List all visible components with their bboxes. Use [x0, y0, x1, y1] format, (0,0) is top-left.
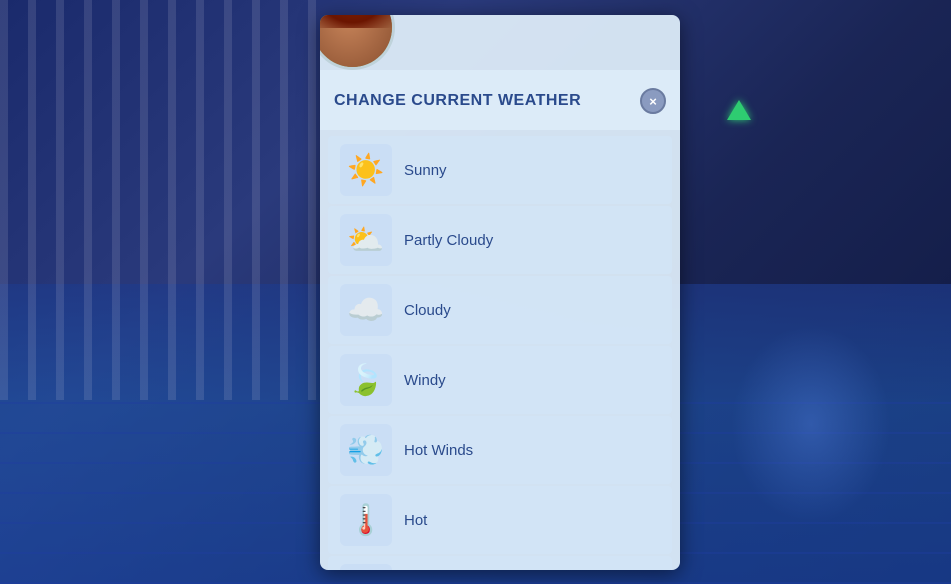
weather-icon-hot-winds: 💨: [340, 424, 392, 476]
weather-icon-heatwave: 🔥: [340, 564, 392, 570]
weather-label-hot: Hot: [404, 512, 427, 529]
weather-label-sunny: Sunny: [404, 162, 447, 179]
weather-item-heatwave[interactable]: 🔥Heatwave: [328, 556, 672, 570]
weather-item-cloudy[interactable]: ☁️ Cloudy: [328, 276, 672, 344]
fence-decoration: [0, 0, 320, 400]
weather-item-hot[interactable]: 🌡️ Hot: [328, 486, 672, 554]
modal-header: Change Current Weather ×: [320, 70, 680, 130]
modal-title: Change Current Weather: [334, 92, 640, 110]
weather-icon-hot: 🌡️: [340, 494, 392, 546]
avatar-face: [320, 15, 392, 67]
weather-label-windy: Windy: [404, 372, 446, 389]
weather-modal: Change Current Weather × ☀️ Sunny ⛅ Partly …: [320, 15, 680, 570]
avatar: [320, 15, 395, 70]
weather-item-windy[interactable]: 🍃 Windy: [328, 346, 672, 414]
close-button[interactable]: ×: [640, 88, 666, 114]
weather-icon-windy: 🍃: [340, 354, 392, 406]
weather-item-sunny[interactable]: ☀️ Sunny: [328, 136, 672, 204]
weather-icon-partly-cloudy: ⛅: [340, 214, 392, 266]
weather-label-cloudy: Cloudy: [404, 302, 451, 319]
sim-in-pool: [731, 324, 891, 524]
weather-icon-sunny: ☀️: [340, 144, 392, 196]
weather-item-partly-cloudy[interactable]: ⛅ Partly Cloudy: [328, 206, 672, 274]
weather-list-scroll[interactable]: ☀️ Sunny ⛅ Partly Cloudy ☁️ Cloudy 🍃 Windy 💨 Hot …: [320, 130, 680, 570]
plumbob-icon: [727, 100, 751, 120]
weather-icon-cloudy: ☁️: [340, 284, 392, 336]
weather-label-partly-cloudy: Partly Cloudy: [404, 232, 493, 249]
weather-item-hot-winds[interactable]: 💨 Hot Winds: [328, 416, 672, 484]
weather-label-hot-winds: Hot Winds: [404, 442, 473, 459]
